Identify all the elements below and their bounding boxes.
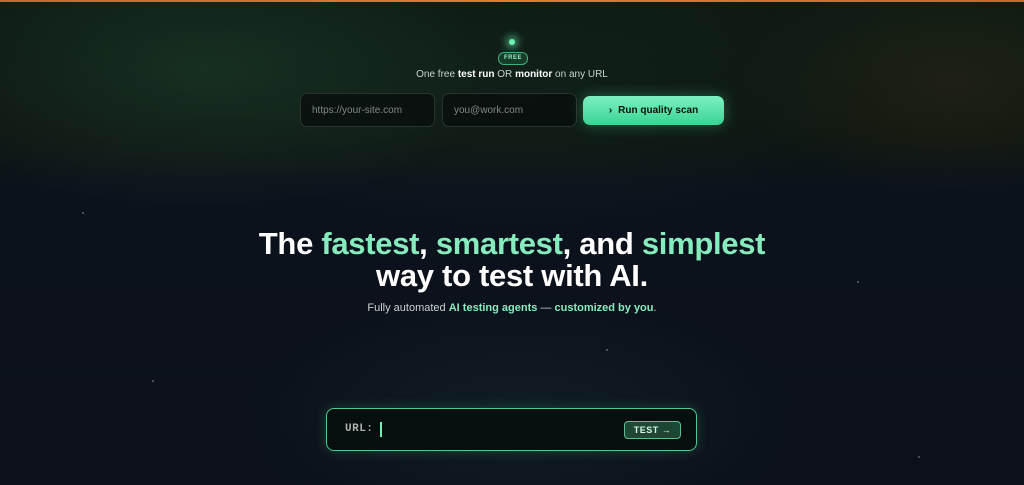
offer-line: One free test run OR monitor on any URL xyxy=(0,69,1024,80)
headline-text: , and xyxy=(562,226,642,261)
offer-text: One free xyxy=(416,69,458,80)
run-quality-scan-button[interactable]: › Run quality scan xyxy=(583,96,724,125)
star-sparkle xyxy=(152,380,154,382)
run-quality-scan-label: Run quality scan xyxy=(618,105,699,116)
headline-accent: fastest xyxy=(321,226,420,261)
offer-text: on any URL xyxy=(552,69,608,80)
offer-highlight: monitor xyxy=(515,69,553,80)
work-email-input[interactable] xyxy=(442,93,577,127)
headline-accent: simplest xyxy=(641,226,766,261)
site-url-input[interactable] xyxy=(300,93,435,127)
headline-text: The xyxy=(258,226,322,261)
headline-accent: smartest xyxy=(435,226,563,261)
offer-text: OR xyxy=(494,69,516,80)
headline-line-2: way to test with AI. xyxy=(376,258,648,293)
headline-text: , xyxy=(419,226,436,261)
hero-subheadline: Fully automated AI testing agents — cust… xyxy=(0,302,1024,314)
url-label: URL: xyxy=(345,423,374,435)
subline-text: — xyxy=(537,302,555,314)
top-accent-bar xyxy=(0,0,1024,2)
landing-page: FREE One free test run OR monitor on any… xyxy=(0,0,1024,485)
url-terminal-box: URL: TEST → xyxy=(326,408,697,451)
star-sparkle xyxy=(918,456,920,458)
star-sparkle xyxy=(82,212,84,214)
terminal-url-input[interactable] xyxy=(385,417,619,444)
subline-accent: customized by you xyxy=(554,302,654,314)
offer-highlight: test run xyxy=(457,69,495,80)
subline-text: . xyxy=(653,302,657,314)
subline-accent: AI testing agents xyxy=(448,302,538,314)
text-caret xyxy=(380,422,382,437)
hero-headline: The fastest, smartest, and simplest way … xyxy=(0,228,1024,292)
chevron-right-icon: › xyxy=(608,105,613,116)
free-badge: FREE xyxy=(498,52,528,65)
star-sparkle xyxy=(606,349,608,351)
test-button[interactable]: TEST → xyxy=(624,421,681,439)
subline-text: Fully automated xyxy=(367,302,449,314)
glow-dot-icon xyxy=(509,39,515,45)
